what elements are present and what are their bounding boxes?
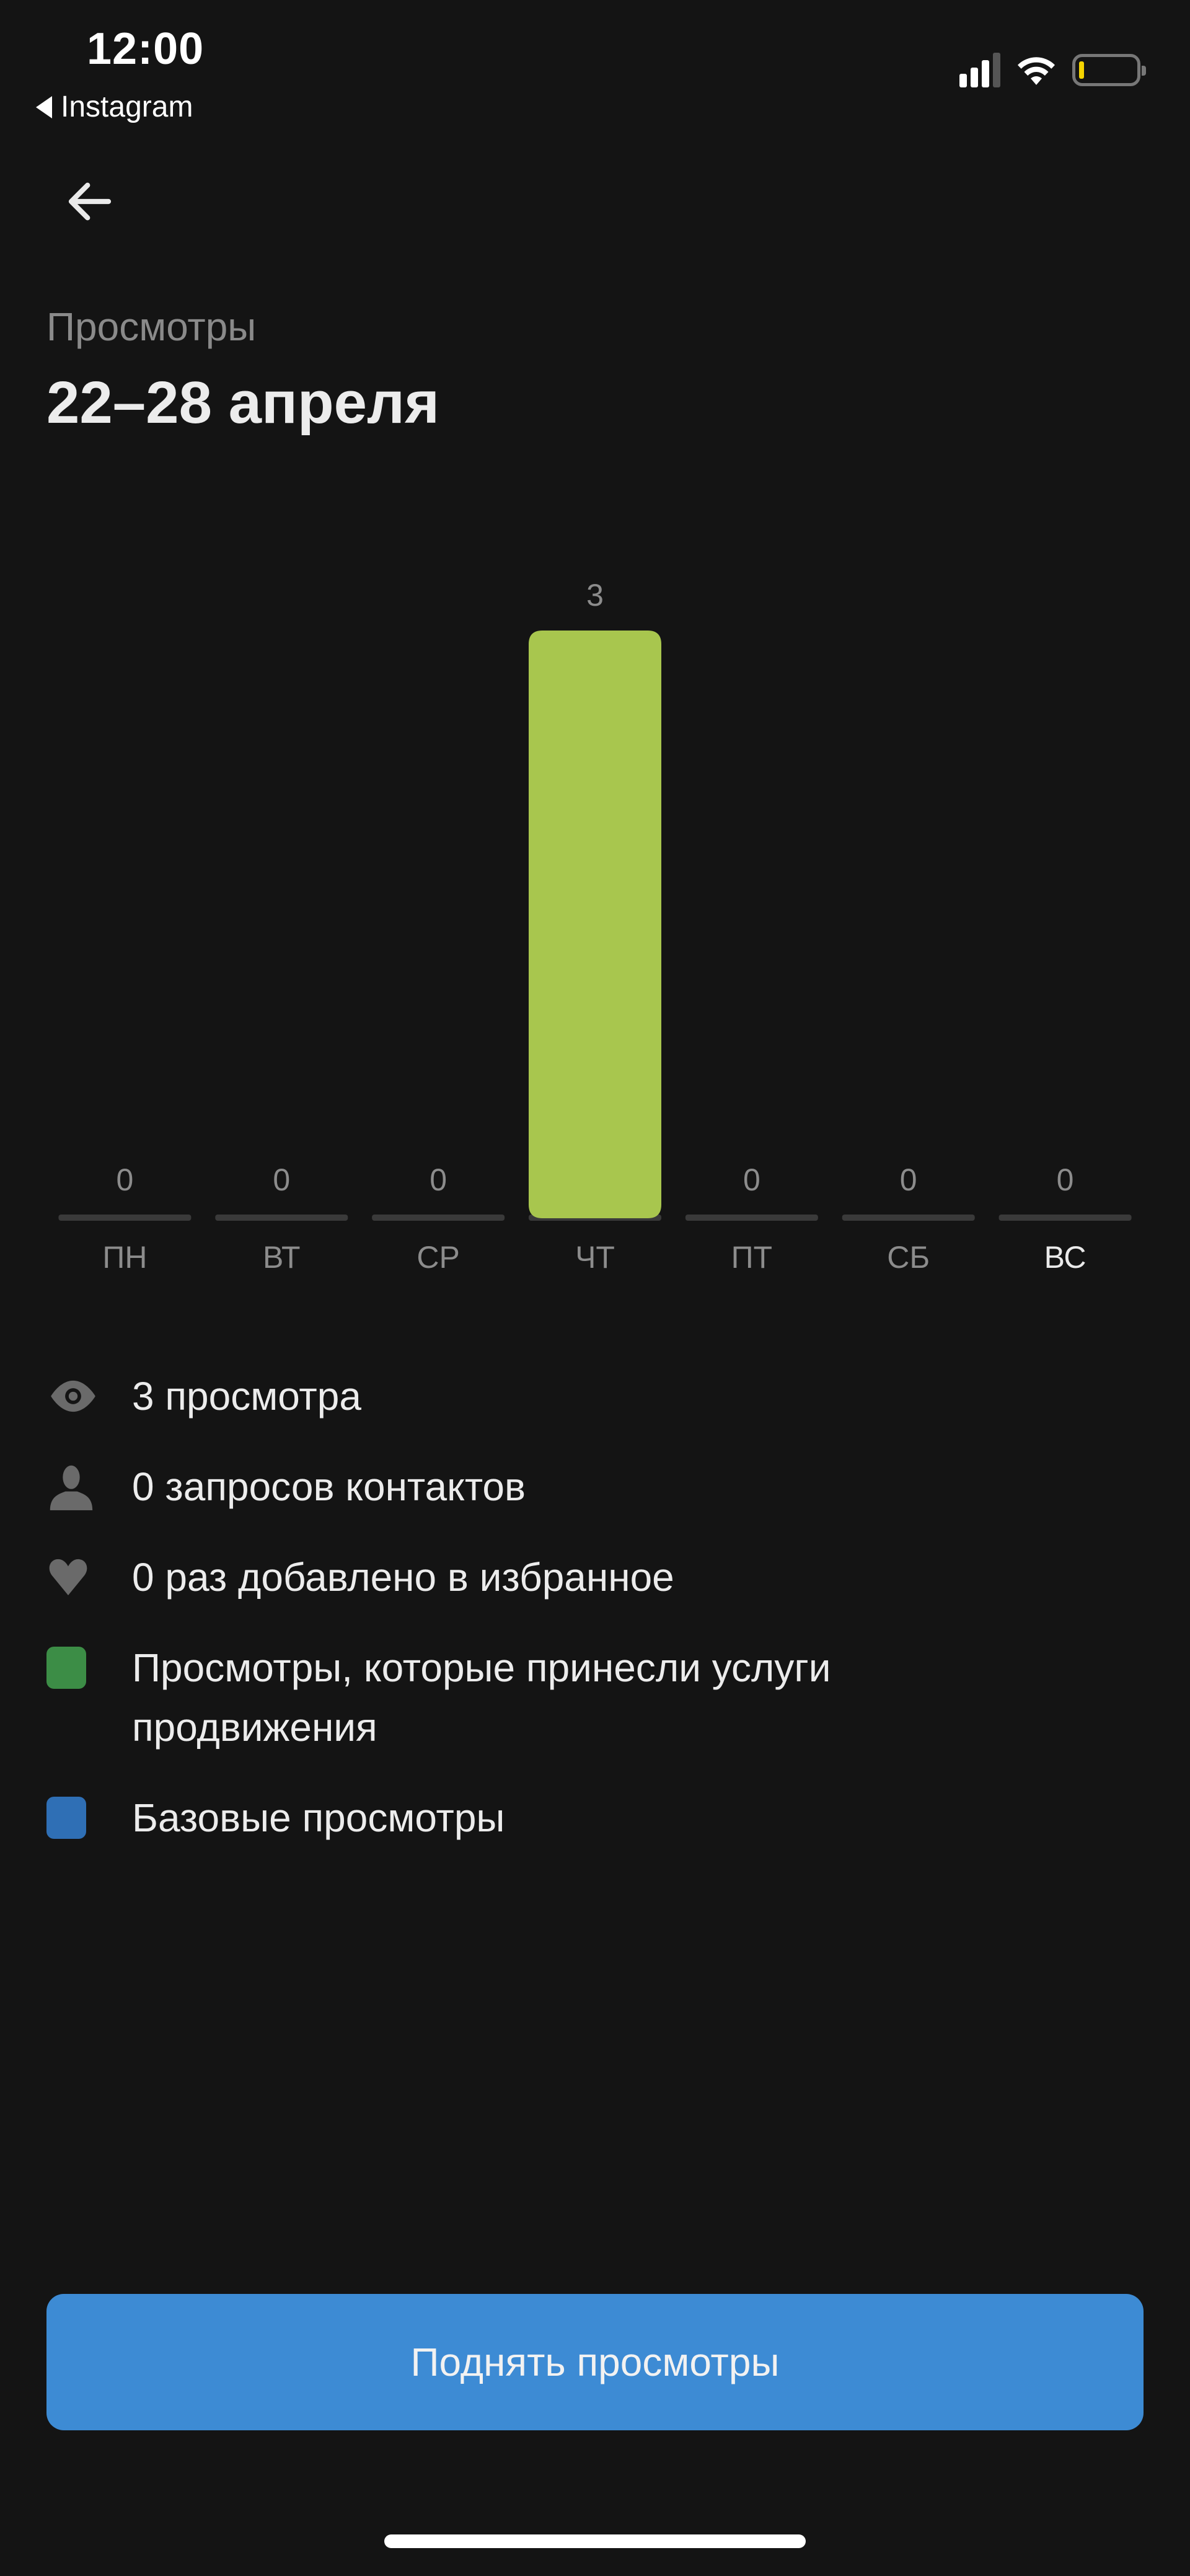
legend-swatch-green [46,1647,86,1689]
person-icon [50,1465,93,1510]
bar-baseline [215,1215,348,1221]
stat-favorites: 0 раз добавлено в избранное [46,1551,1150,1607]
cellular-signal-icon [959,53,1000,87]
stat-views-text: 3 просмотра [132,1374,361,1419]
eye-icon [51,1380,95,1412]
home-indicator[interactable] [384,2534,806,2548]
x-tick-label[interactable]: ВС [1044,1240,1086,1275]
bar-value-label: 0 [743,1162,760,1197]
bar-baseline [685,1215,818,1221]
legend-promoted-text: Просмотры, которые принесли услуги продв… [132,1645,831,1750]
bar-baseline [58,1215,192,1221]
heart-icon [49,1559,87,1596]
stats-list: 3 просмотра 0 запросов контактов 0 раз д… [46,1370,1150,1882]
stat-contacts-text: 0 запросов контактов [132,1464,526,1509]
back-app-label: Instagram [61,91,193,123]
bar-value-label: 0 [430,1162,447,1197]
bar-baseline [842,1215,975,1221]
stat-favorites-text: 0 раз добавлено в избранное [132,1555,674,1600]
wifi-icon [1018,57,1055,85]
stat-contact-requests: 0 запросов контактов [46,1461,1150,1516]
back-triangle-icon [36,95,52,118]
bar-baseline [372,1215,505,1221]
x-tick-label[interactable]: ЧТ [575,1240,615,1275]
bar-value-label: 0 [273,1162,290,1197]
legend-item-promoted: Просмотры, которые принесли услуги продв… [46,1642,1150,1757]
status-icons [959,53,1146,87]
battery-low-icon [1072,54,1146,86]
x-tick-label[interactable]: ВТ [263,1240,301,1275]
bar-value-label: 3 [586,578,604,613]
back-to-app-link[interactable]: Instagram [36,90,193,124]
page-title: 22–28 апреля [46,370,440,436]
bar-value-label: 0 [117,1162,134,1197]
legend-item-basic: Базовые просмотры [46,1792,1150,1848]
x-tick-label[interactable]: СР [416,1240,459,1275]
x-tick-label[interactable]: СБ [887,1240,930,1275]
legend-basic-text: Базовые просмотры [132,1795,505,1840]
views-bar-chart: 0 ПН 0 ВТ 0 СР 3 ЧТ 0 ПТ 0 СБ 0 ВС [58,578,1132,1275]
boost-views-button[interactable]: Поднять просмотры [46,2294,1144,2430]
legend-swatch-blue [46,1797,86,1839]
bar-baseline [998,1215,1132,1221]
bar-value-label: 0 [1057,1162,1074,1197]
bar-value-label: 0 [900,1162,917,1197]
bar-3[interactable] [529,631,661,1218]
x-tick-label[interactable]: ПН [102,1240,147,1275]
arrow-left-icon[interactable] [62,174,118,229]
stat-views: 3 просмотра [46,1370,1150,1426]
x-tick-label[interactable]: ПТ [731,1240,772,1275]
section-subtitle: Просмотры [46,304,257,349]
status-time: 12:00 [87,24,205,74]
